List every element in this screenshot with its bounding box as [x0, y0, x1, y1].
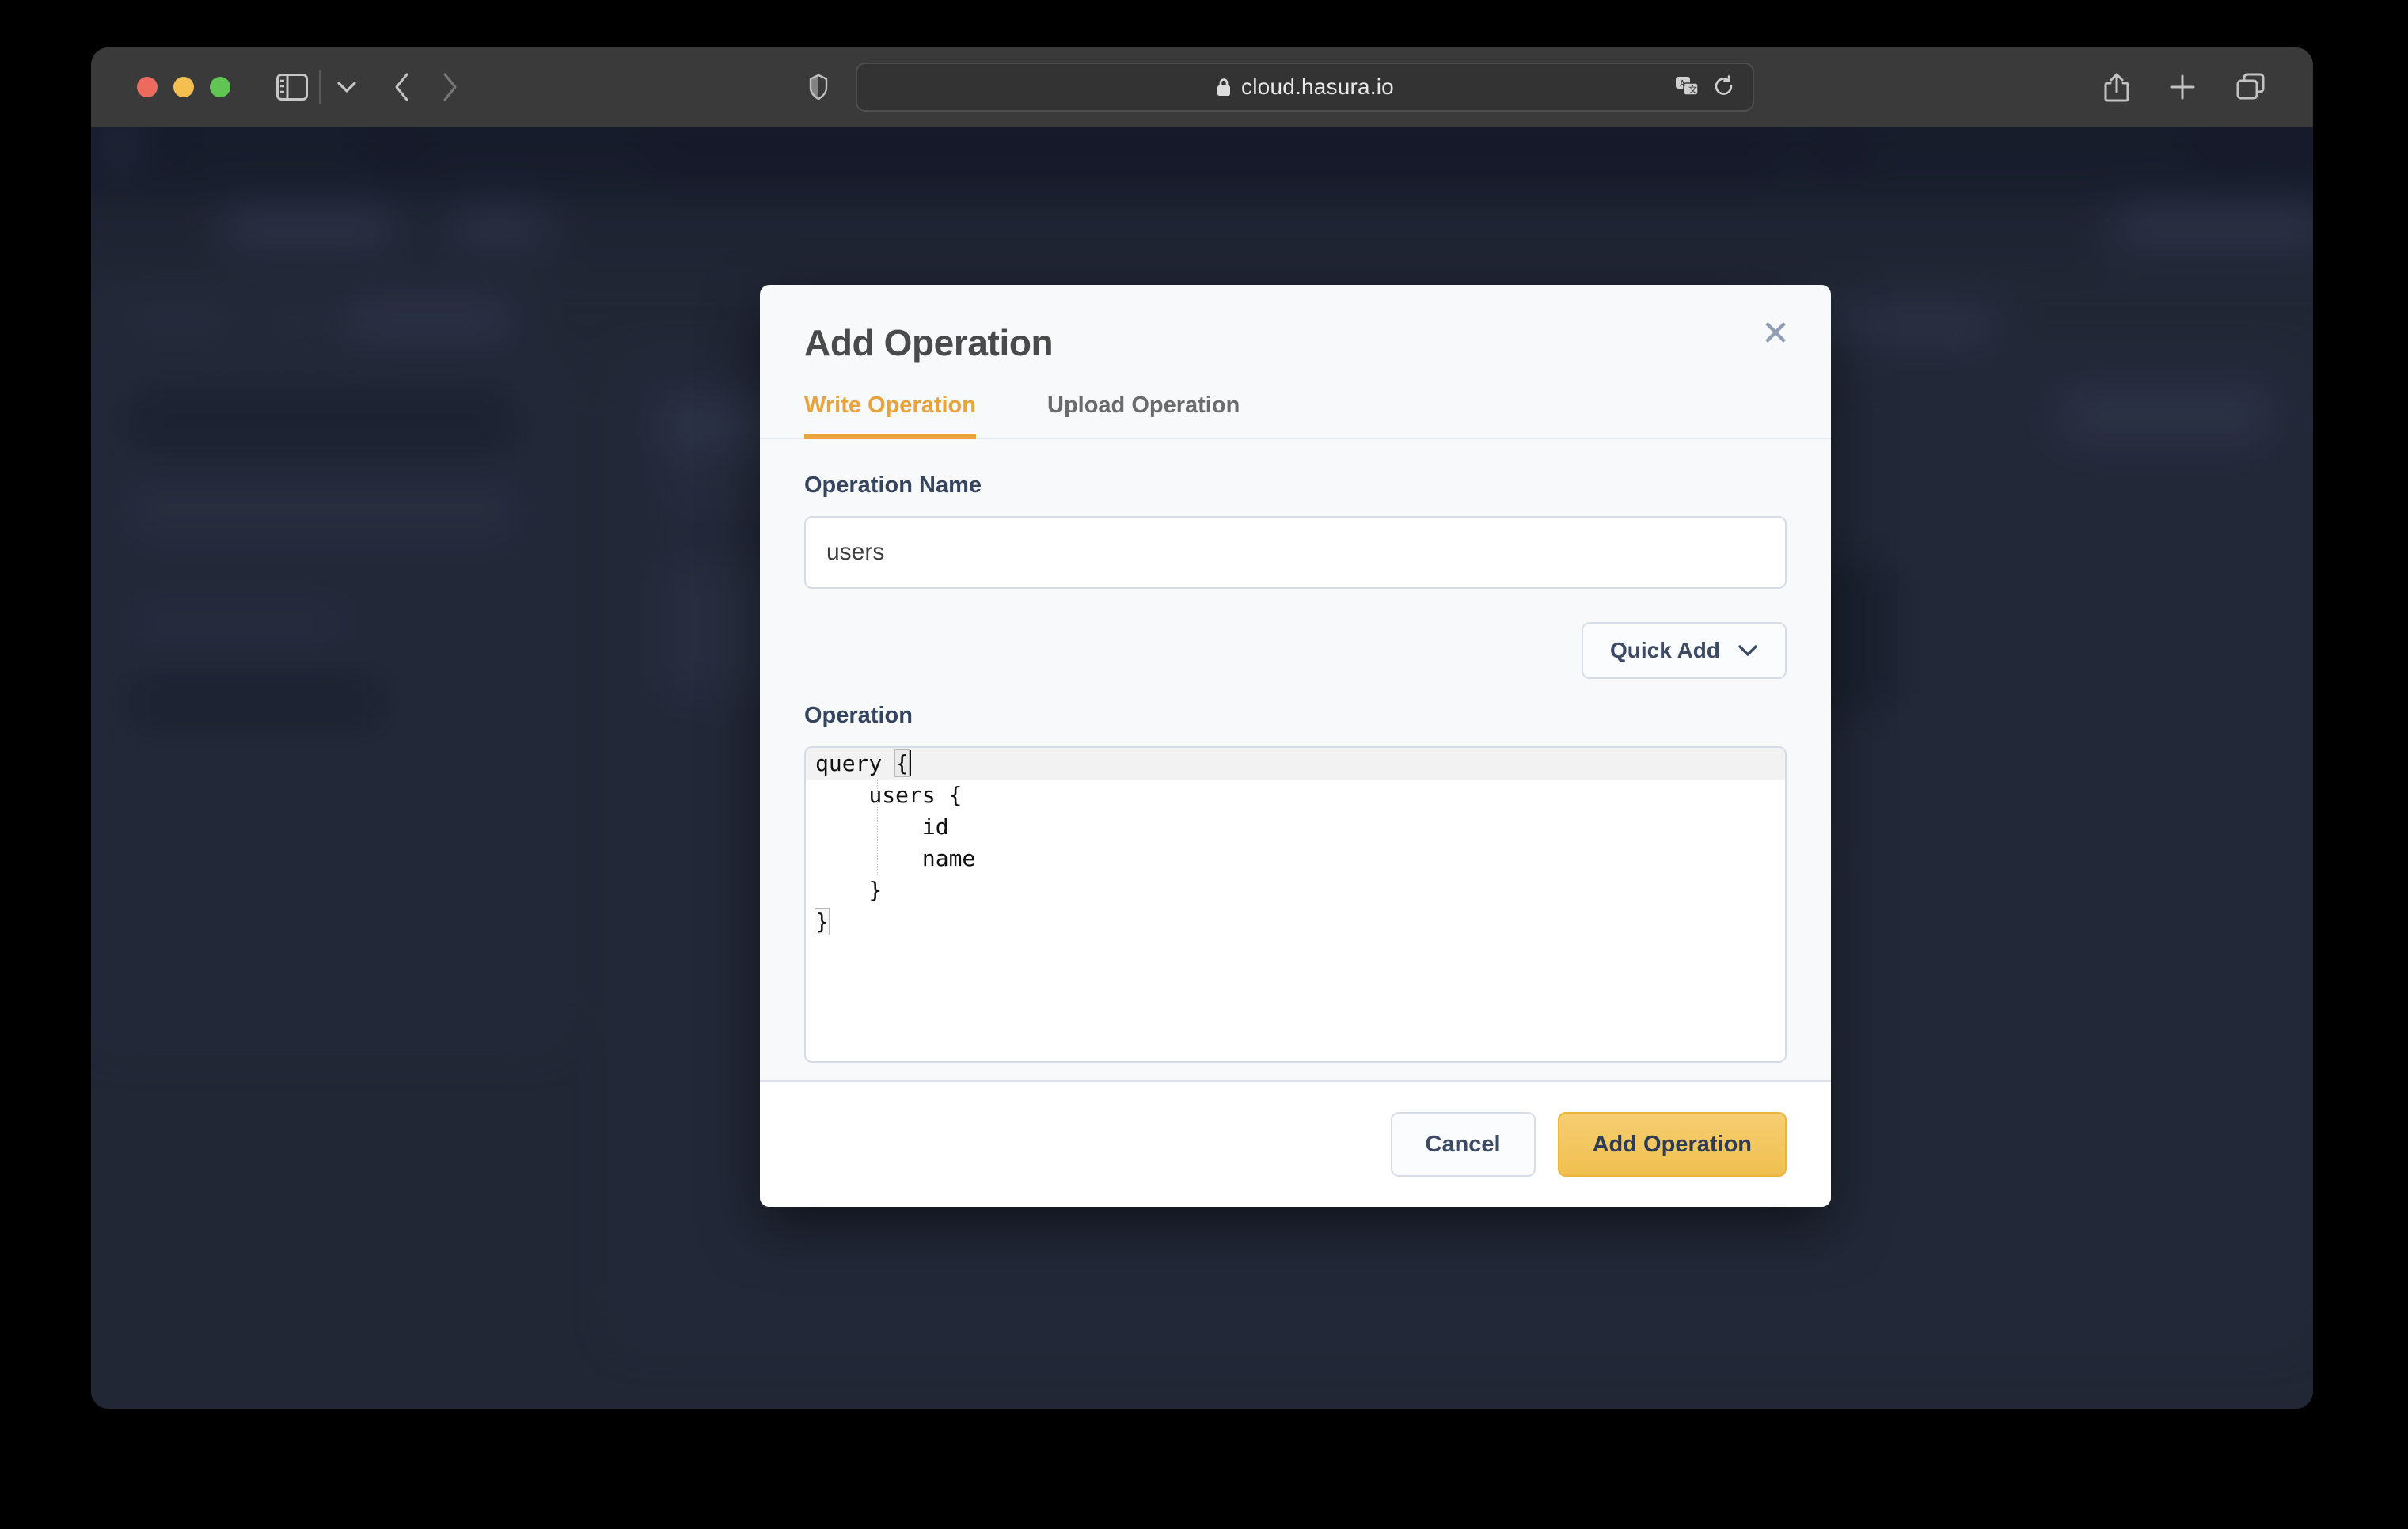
- url-hostname: cloud.hasura.io: [1241, 74, 1394, 99]
- sidebar-toggle-icon[interactable]: [276, 74, 308, 101]
- code-line: }: [815, 877, 883, 903]
- quick-add-label: Quick Add: [1610, 638, 1720, 662]
- minimize-window-button[interactable]: [173, 77, 194, 97]
- tab-upload-operation[interactable]: Upload Operation: [1047, 393, 1240, 439]
- privacy-shield-icon[interactable]: [808, 63, 829, 112]
- browser-toolbar: cloud.hasura.io A文: [91, 47, 2313, 127]
- lock-icon: [1216, 77, 1232, 97]
- url-bar-container: cloud.hasura.io A文: [458, 63, 2104, 112]
- toolbar-divider: [319, 70, 321, 104]
- code-line: id: [815, 814, 949, 840]
- code-line: users {: [815, 782, 963, 808]
- code-line: }: [815, 908, 830, 935]
- address-bar-actions: A文: [1675, 75, 1735, 99]
- close-icon[interactable]: ✕: [1753, 312, 1798, 356]
- close-window-button[interactable]: [137, 77, 158, 97]
- web-page-content: Add Operation ✕ Write Operation Upload O…: [91, 127, 2313, 1409]
- maximize-window-button[interactable]: [210, 77, 230, 97]
- operation-name-label: Operation Name: [804, 472, 982, 498]
- back-arrow-icon[interactable]: [393, 72, 411, 102]
- code-line: query {: [806, 748, 1785, 780]
- quick-add-button[interactable]: Quick Add: [1582, 622, 1787, 679]
- quick-add-row: Quick Add: [804, 622, 1787, 679]
- add-operation-modal: Add Operation ✕ Write Operation Upload O…: [760, 285, 1831, 1207]
- address-bar[interactable]: cloud.hasura.io A文: [856, 63, 1754, 112]
- svg-text:文: 文: [1688, 84, 1697, 95]
- plus-icon[interactable]: [2169, 74, 2196, 101]
- chevron-down-icon: [1738, 644, 1758, 657]
- operation-label: Operation: [804, 703, 913, 728]
- operation-code-editor[interactable]: query { users { id name }}: [804, 746, 1787, 1063]
- modal-header: Add Operation ✕: [760, 285, 1831, 364]
- modal-body: Operation Name Quick Add Operation: [760, 439, 1831, 1080]
- tab-overview-icon[interactable]: [2235, 73, 2266, 101]
- svg-text:A: A: [1680, 78, 1685, 89]
- share-icon[interactable]: [2104, 72, 2129, 102]
- reload-icon[interactable]: [1713, 75, 1735, 99]
- browser-window: cloud.hasura.io A文 Add Operation ✕ Write…: [91, 47, 2313, 1409]
- forward-arrow-icon[interactable]: [441, 72, 458, 102]
- url-text-wrap: cloud.hasura.io: [1216, 74, 1394, 100]
- translate-icon[interactable]: A文: [1675, 76, 1699, 98]
- indent-guide: [877, 780, 878, 875]
- cancel-button[interactable]: Cancel: [1390, 1112, 1536, 1177]
- add-operation-button[interactable]: Add Operation: [1557, 1112, 1787, 1177]
- tab-write-operation[interactable]: Write Operation: [804, 393, 976, 439]
- modal-footer: Cancel Add Operation: [760, 1080, 1831, 1207]
- window-traffic-lights: [137, 77, 230, 97]
- toolbar-right-actions: [2104, 72, 2266, 102]
- page-title: Add Operation: [804, 322, 1054, 363]
- chevron-down-icon[interactable]: [332, 81, 362, 93]
- modal-tabs: Write Operation Upload Operation: [760, 393, 1831, 439]
- operation-name-input[interactable]: [804, 516, 1787, 589]
- code-line: name: [815, 845, 976, 871]
